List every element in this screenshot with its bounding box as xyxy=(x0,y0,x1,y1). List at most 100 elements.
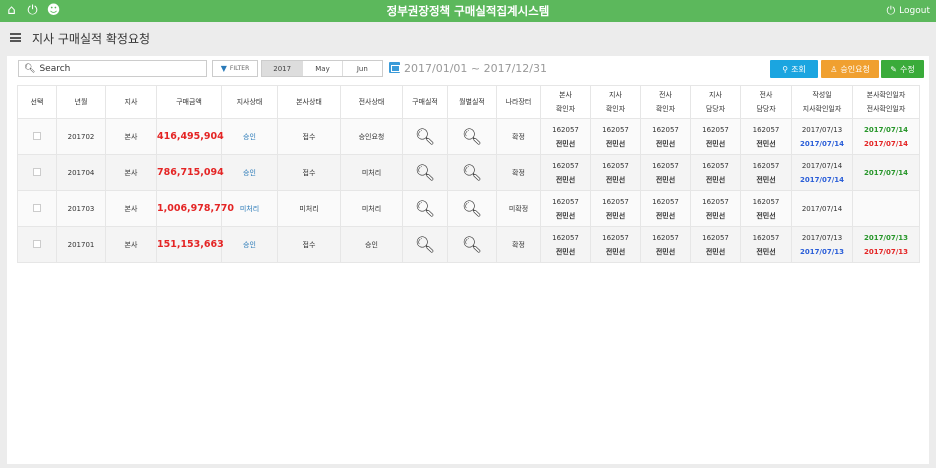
table-row[interactable]: 201702 본사 416,495,904 승인 접수 승인요청 🔍︎ 🔍︎ 확정 162057 전… xyxy=(17,118,920,155)
hq-status: 접수 xyxy=(302,132,316,141)
branch-confirmer-id: 162057 xyxy=(602,197,629,206)
filter-label: FILTER xyxy=(229,65,250,72)
created-date: 2017/07/13 xyxy=(801,125,843,134)
search-button[interactable]: ⚲ 조회 xyxy=(770,60,818,78)
branch-manager-name: 전민선 xyxy=(705,211,726,220)
toolbar: 🔍︎ Search ▼ FILTER 2017 May Jun 2017/01/… xyxy=(7,56,929,82)
corp-manager-id: 162057 xyxy=(752,233,780,242)
branch-confirmer-name: 전민선 xyxy=(605,247,626,256)
nara-market: 확정 xyxy=(512,132,525,141)
column-header: 월별실적 xyxy=(447,85,497,119)
branch-confirmer-id: 162057 xyxy=(602,125,629,134)
hq-confirm-date: 2017/07/14 xyxy=(863,125,909,134)
corp-confirm-date: 2017/07/14 xyxy=(863,139,909,148)
table-row[interactable]: 201704 본사 786,715,094 승인 접수 미처리 🔍︎ 🔍︎ 확정 162057 전민… xyxy=(17,154,920,191)
column-header: 지사 확인자 xyxy=(590,85,641,119)
branch-confirmer-id: 162057 xyxy=(602,161,629,170)
search-icon[interactable]: 🔍︎ xyxy=(462,163,482,182)
corp-status: 미처리 xyxy=(361,204,382,213)
branch-status[interactable]: 승인 xyxy=(243,241,256,249)
year-month: 201704 xyxy=(67,168,95,177)
table-header-row: 선택 년월 지사 구매금액 지사상태 본사상태 전사상태 구매실적 월별실적 나라장터 본사 확인자… xyxy=(17,85,920,119)
corp-manager-name: 전민선 xyxy=(756,247,776,256)
logout-button[interactable]: ⏻ Logout xyxy=(886,4,930,18)
search-icon[interactable]: 🔍︎ xyxy=(415,235,435,254)
approval-request-button[interactable]: ♙ 승인요청 xyxy=(821,60,879,78)
edit-button[interactable]: ✎ 수정 xyxy=(881,60,924,78)
branch-status[interactable]: 승인 xyxy=(243,133,256,141)
row-checkbox[interactable] xyxy=(33,203,41,212)
hq-confirmer-id: 162057 xyxy=(552,197,579,206)
branch-manager-id: 162057 xyxy=(702,197,729,206)
corp-confirmer-name: 전민선 xyxy=(655,247,676,256)
search-icon[interactable]: 🔍︎ xyxy=(415,199,435,218)
row-checkbox[interactable] xyxy=(33,131,41,140)
corp-confirmer-id: 162057 xyxy=(652,233,679,242)
search-icon[interactable]: 🔍︎ xyxy=(462,127,482,146)
search-icon[interactable]: 🔍︎ xyxy=(415,163,435,182)
column-header: 나라장터 xyxy=(496,85,541,119)
hq-status: 접수 xyxy=(302,168,316,177)
logout-label: Logout xyxy=(899,6,930,16)
branch: 본사 xyxy=(124,168,138,177)
hq-confirm-date: 2017/07/14 xyxy=(863,168,909,177)
branch-status[interactable]: 승인 xyxy=(243,169,256,177)
top-bar: ⌂ ⏻ ☻ 정부권장정책 구매실적집계시스템 ⏻ Logout xyxy=(0,0,936,22)
filter-button[interactable]: ▼ FILTER xyxy=(212,60,258,77)
corp-status: 미처리 xyxy=(361,168,382,177)
corp-manager-name: 전민선 xyxy=(756,211,776,220)
row-checkbox[interactable] xyxy=(33,167,41,176)
search-button-label: 조회 xyxy=(791,64,806,74)
branch-confirm-date: 2017/07/14 xyxy=(799,175,845,184)
created-date: 2017/07/13 xyxy=(801,233,843,242)
period-month-may[interactable]: May xyxy=(303,61,343,76)
period-year[interactable]: 2017 xyxy=(262,61,304,76)
search-input[interactable]: 🔍︎ Search xyxy=(18,60,207,77)
user-icon: ♙ xyxy=(830,64,838,74)
column-header: 지사 xyxy=(105,85,157,119)
branch-manager-id: 162057 xyxy=(702,233,729,242)
corp-confirmer-id: 162057 xyxy=(652,125,679,134)
purchase-amount: 151,153,663 xyxy=(157,239,224,250)
period-month-jun[interactable]: Jun xyxy=(343,61,382,76)
hq-confirmer-id: 162057 xyxy=(552,233,579,242)
table-row[interactable]: 201703 본사 1,006,978,770 미처리 미처리 미처리 🔍︎ 🔍︎ 미확정 162… xyxy=(17,190,920,227)
hamburger-menu-icon[interactable] xyxy=(10,33,21,42)
search-icon[interactable]: 🔍︎ xyxy=(462,235,482,254)
corp-manager-name: 전민선 xyxy=(756,175,776,184)
corp-confirmer-id: 162057 xyxy=(652,161,679,170)
column-header: 전사 확인자 xyxy=(640,85,691,119)
table-row[interactable]: 201701 본사 151,153,663 승인 접수 승인 🔍︎ 🔍︎ 확정 162057 전민선… xyxy=(17,226,920,263)
corp-confirmer-name: 전민선 xyxy=(655,139,676,148)
app-title: 정부권장정책 구매실적집계시스템 xyxy=(386,4,550,18)
nara-market: 확정 xyxy=(512,168,525,177)
search-icon: ⚲ xyxy=(782,64,789,74)
approval-request-label: 승인요청 xyxy=(840,64,870,74)
column-header: 지사상태 xyxy=(221,85,278,119)
column-header: 본사확인일자 전사확인일자 xyxy=(852,85,920,119)
column-header: 구매실적 xyxy=(402,85,448,119)
calendar-icon[interactable] xyxy=(389,62,400,73)
branch-status[interactable]: 미처리 xyxy=(240,205,259,213)
corp-manager-name: 전민선 xyxy=(756,139,776,148)
period-selector: 2017 May Jun xyxy=(261,60,383,77)
row-checkbox[interactable] xyxy=(33,239,41,248)
nara-market: 미확정 xyxy=(508,204,529,213)
column-header: 선택 xyxy=(17,85,57,119)
column-header: 전사 담당자 xyxy=(740,85,792,119)
purchase-amount: 786,715,094 xyxy=(157,167,224,178)
pencil-icon: ✎ xyxy=(890,64,897,74)
search-icon[interactable]: 🔍︎ xyxy=(415,127,435,146)
created-date: 2017/07/14 xyxy=(801,204,843,213)
table-body: 201702 본사 416,495,904 승인 접수 승인요청 🔍︎ 🔍︎ 확정 162057 전… xyxy=(17,118,920,263)
search-placeholder: Search xyxy=(39,63,71,74)
column-header: 본사 확인자 xyxy=(540,85,591,119)
purchase-amount: 416,495,904 xyxy=(157,131,224,142)
hq-confirmer-id: 162057 xyxy=(552,125,579,134)
content-panel: 🔍︎ Search ▼ FILTER 2017 May Jun 2017/01/… xyxy=(7,56,929,464)
results-table: 선택 년월 지사 구매금액 지사상태 본사상태 전사상태 구매실적 월별실적 나라장터 본사 확인자… xyxy=(17,85,920,263)
search-icon[interactable]: 🔍︎ xyxy=(462,199,482,218)
hq-confirmer-name: 전민선 xyxy=(555,247,576,256)
edit-button-label: 수정 xyxy=(899,64,915,74)
corp-confirmer-id: 162057 xyxy=(652,197,679,206)
